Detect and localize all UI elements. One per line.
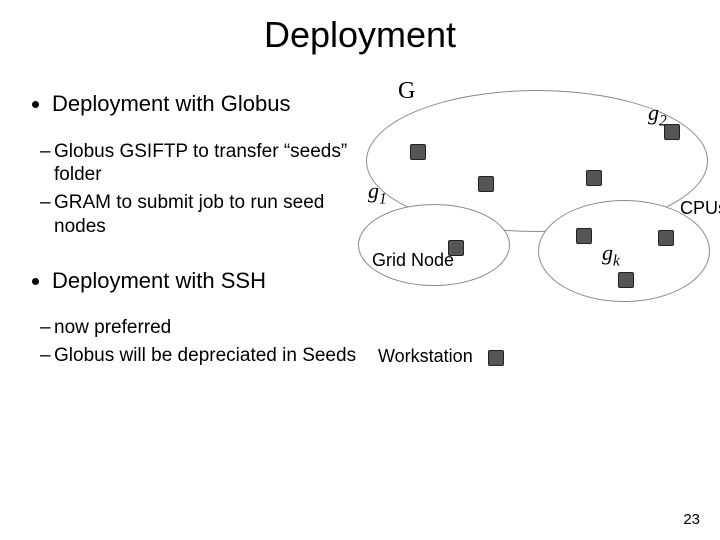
slide: Deployment Deployment with Globus Globus… — [0, 0, 720, 540]
seed-icon — [618, 272, 634, 288]
label-gk-sub: k — [613, 252, 620, 269]
bullet-list-2: Deployment with SSH — [30, 267, 360, 295]
bullet-list-1: Deployment with Globus — [30, 90, 360, 118]
seed-icon — [576, 228, 592, 244]
label-g: G — [398, 78, 415, 105]
label-g1-sub: 1 — [379, 190, 387, 207]
page-number: 23 — [683, 511, 700, 528]
seed-icon — [488, 350, 504, 366]
sub-depreciated: Globus will be depreciated in Seeds — [40, 344, 360, 368]
label-gk-g: g — [602, 240, 613, 265]
bullet-deployment-ssh: Deployment with SSH — [52, 267, 360, 295]
sub-preferred: now preferred — [40, 316, 360, 340]
label-grid-node: Grid Node — [372, 250, 454, 271]
cloud-grid-node — [358, 204, 510, 286]
seed-icon — [478, 176, 494, 192]
label-g2-sub: 2 — [659, 112, 667, 129]
slide-title: Deployment — [0, 14, 720, 56]
label-cpus: CPUs — [680, 198, 720, 219]
diagram: G g1 g2 gk Grid Node CPUs Workstation — [358, 70, 720, 390]
label-g2: g2 — [648, 100, 667, 130]
label-g1-g: g — [368, 178, 379, 203]
sub-gram: GRAM to submit job to run seed nodes — [40, 191, 360, 239]
label-workstation-row: Workstation — [378, 346, 473, 367]
label-gk: gk — [602, 240, 620, 270]
bullet-deployment-globus: Deployment with Globus — [52, 90, 360, 118]
label-workstation: Workstation — [378, 346, 473, 367]
slide-body: Deployment with Globus Globus GSIFTP to … — [30, 90, 360, 396]
label-g-text: G — [398, 78, 415, 104]
sublist-globus: Globus GSIFTP to transfer “seeds” folder… — [30, 140, 360, 239]
sub-gsiftp: Globus GSIFTP to transfer “seeds” folder — [40, 140, 360, 188]
seed-icon — [410, 144, 426, 160]
sublist-ssh: now preferred Globus will be depreciated… — [30, 316, 360, 368]
seed-icon — [658, 230, 674, 246]
seed-icon — [586, 170, 602, 186]
label-g1: g1 — [368, 178, 387, 208]
label-g2-g: g — [648, 100, 659, 125]
